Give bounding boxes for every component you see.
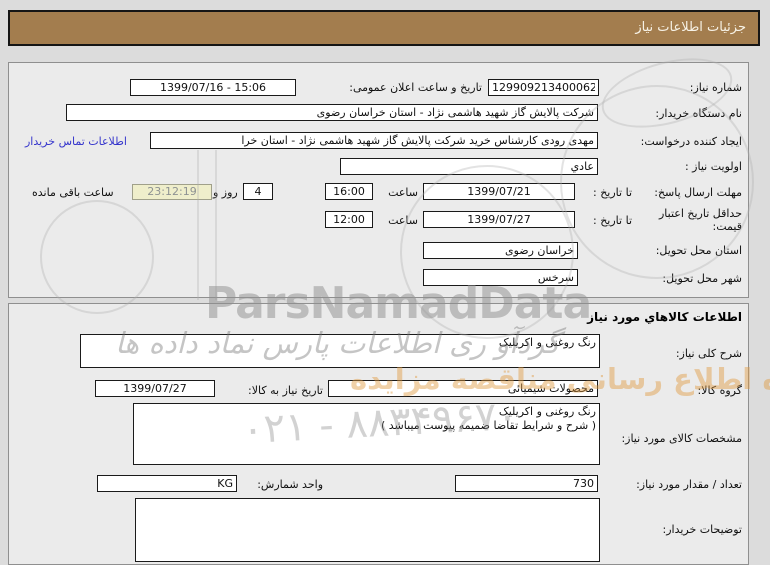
general-desc-textarea[interactable]: رنگ روغنی و اکریلیک <box>80 334 600 368</box>
need-number-label: شماره نیاز: <box>689 81 742 94</box>
unit-label: واحد شمارش: <box>257 478 323 491</box>
unit-input[interactable] <box>97 475 237 492</box>
creator-input[interactable] <box>150 132 598 149</box>
goods-group-input[interactable] <box>328 380 598 397</box>
province-label: استان محل تحویل: <box>655 244 742 257</box>
goods-section-title: اطلاعات کالاهاي مورد نیاز <box>587 310 742 324</box>
city-label: شهر محل تحویل: <box>662 272 742 285</box>
deadline-time-input[interactable] <box>325 183 373 200</box>
deadline-hour-label: ساعت <box>388 186 418 199</box>
buyer-notes-label: توضیحات خریدار: <box>662 523 743 536</box>
quantity-input[interactable] <box>455 475 598 492</box>
deadline-until-label: تا تاریخ : <box>593 186 632 199</box>
validity-until-label: تا تاریخ : <box>593 214 632 227</box>
announce-datetime-input[interactable] <box>130 79 296 96</box>
creator-label: ایجاد کننده درخواست: <box>640 135 742 148</box>
page-title: جزئیات اطلاعات نیاز <box>635 20 746 35</box>
city-input[interactable] <box>423 269 578 286</box>
specs-textarea[interactable]: رنگ روغنی و اکریلیک ( شرح و شرایط تقاضا … <box>133 403 600 465</box>
buyer-notes-textarea[interactable] <box>135 498 600 562</box>
deadline-label: مهلت ارسال پاسخ: <box>654 186 742 199</box>
deadline-days-input[interactable] <box>243 183 273 200</box>
need-number-input[interactable] <box>488 79 599 96</box>
buyer-org-label: نام دستگاه خریدار: <box>655 107 742 120</box>
page: { "header": { "title": "جزئیات اطلاعات ن… <box>0 0 770 565</box>
need-info-panel: شماره نیاز: تاریخ و ساعت اعلان عمومی: نا… <box>8 62 749 298</box>
buyer-org-input[interactable] <box>66 104 598 121</box>
page-header: جزئیات اطلاعات نیاز <box>8 10 760 46</box>
deadline-remaining-label: ساعت باقی مانده <box>32 186 114 199</box>
specs-label: مشخصات کالای مورد نیاز: <box>621 432 742 445</box>
buyer-contact-link[interactable]: اطلاعات تماس خریدار <box>25 135 127 148</box>
validity-hour-label: ساعت <box>388 214 418 227</box>
need-date-label: تاریخ نیاز به کالا: <box>248 384 323 397</box>
general-desc-label: شرح کلی نیاز: <box>675 347 742 360</box>
priority-label: اولویت نیاز : <box>684 160 742 173</box>
need-date-input[interactable] <box>95 380 215 397</box>
validity-date-input[interactable] <box>423 211 575 228</box>
validity-label: حداقل تاریخ اعتبار قیمت: <box>658 207 742 233</box>
quantity-label: تعداد / مقدار مورد نیاز: <box>636 478 742 491</box>
priority-input[interactable] <box>340 158 598 175</box>
goods-group-label: گروه کالا: <box>697 384 742 397</box>
deadline-countdown: 23:12:19 <box>132 184 212 200</box>
province-input[interactable] <box>423 242 578 259</box>
validity-time-input[interactable] <box>325 211 373 228</box>
deadline-days-label: روز و <box>213 186 238 199</box>
deadline-date-input[interactable] <box>423 183 575 200</box>
goods-info-panel: اطلاعات کالاهاي مورد نیاز شرح کلی نیاز: … <box>8 303 749 565</box>
announce-label: تاریخ و ساعت اعلان عمومی: <box>349 81 482 94</box>
